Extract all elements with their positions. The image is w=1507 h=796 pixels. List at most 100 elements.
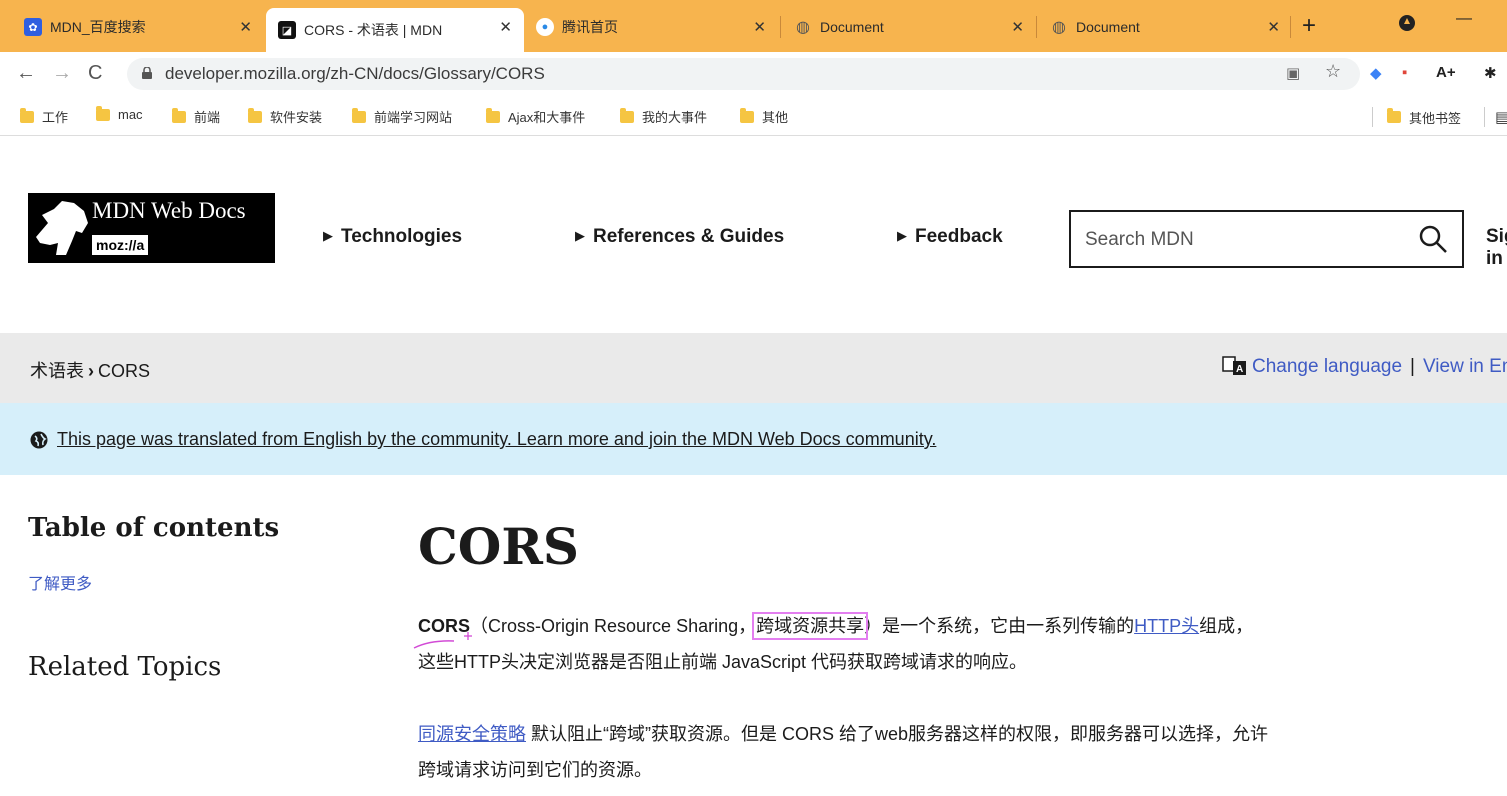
bookmark-label: mac [118, 107, 143, 122]
extension-icon[interactable]: ◆ [1370, 64, 1382, 82]
close-icon[interactable]: ✕ [1011, 18, 1024, 36]
tab-separator [1290, 16, 1291, 38]
paragraph-line: 同源安全策略 默认阻止“跨域”获取资源。但是 CORS 给了web服务器这样的权… [418, 716, 1268, 752]
address-toolbar: ← → C developer.mozilla.org/zh-CN/docs/G… [0, 52, 1507, 96]
bookmark-folder[interactable]: 工作 [20, 107, 68, 126]
forward-icon[interactable]: → [52, 62, 72, 85]
translation-notice: This page was translated from English by… [0, 403, 1507, 475]
close-icon[interactable]: ✕ [753, 18, 766, 36]
bookmark-label: 我的大事件 [642, 110, 708, 125]
translation-notice-link[interactable]: This page was translated from English by… [57, 429, 936, 450]
back-icon[interactable]: ← [16, 62, 36, 85]
search-input[interactable] [1085, 226, 1405, 254]
view-in-english-link[interactable]: View in English [1423, 356, 1507, 378]
search-icon[interactable] [1418, 224, 1448, 254]
nav-references-guides[interactable]: ▶ References & Guides [575, 226, 784, 248]
breadcrumb-current[interactable]: CORS [98, 361, 150, 381]
profile-icon[interactable] [1398, 14, 1416, 37]
lock-icon [142, 67, 152, 79]
star-icon[interactable]: ☆ [1325, 61, 1341, 82]
baidu-icon: ✿ [24, 18, 42, 36]
bookmark-label: 工作 [42, 110, 69, 125]
language-icon: A [1222, 356, 1246, 375]
bookmark-folder[interactable]: 我的大事件 [620, 107, 707, 126]
puzzle-icon[interactable]: ✱ [1484, 64, 1497, 82]
nav-feedback[interactable]: ▶ Feedback [897, 226, 1003, 248]
related-topics-heading: Related Topics [28, 652, 222, 682]
reading-list-icon[interactable]: ▤ [1484, 107, 1507, 127]
svg-text:A: A [1236, 364, 1243, 375]
close-icon[interactable]: ✕ [1267, 18, 1280, 36]
disclosure-triangle-icon: ▶ [323, 228, 333, 243]
folder-icon [620, 107, 634, 123]
browser-tab[interactable]: ◍ Document ✕ [1038, 8, 1292, 46]
url-field[interactable]: developer.mozilla.org/zh-CN/docs/Glossar… [127, 58, 1360, 90]
nav-label: Feedback [915, 226, 1003, 247]
bookmark-folder[interactable]: 前端 [172, 107, 220, 126]
bookmark-folder[interactable]: mac [96, 105, 143, 122]
fe-extension-icon[interactable]: ▪ [1402, 64, 1407, 81]
disclosure-triangle-icon: ▶ [575, 228, 585, 243]
new-tab-icon[interactable]: + [1302, 12, 1316, 40]
bookmark-folder[interactable]: 其他 [740, 107, 788, 126]
mozilla-wordmark: moz://a [92, 235, 149, 255]
close-icon[interactable]: ✕ [239, 18, 252, 36]
text: （Cross-Origin Resource Sharing， [470, 616, 757, 636]
page-title: CORS [418, 517, 580, 576]
bookmark-label: 软件安装 [270, 110, 323, 125]
text: 默认阻止“跨域”获取资源。但是 CORS 给了web服务器这样的权限，即服务器可… [526, 724, 1269, 744]
same-origin-policy-link[interactable]: 同源安全策略 [418, 724, 526, 744]
tab-title: MDN_百度搜索 [50, 19, 146, 35]
bookmark-folder[interactable]: 软件安装 [248, 107, 322, 126]
tab-title: 腾讯首页 [562, 19, 618, 35]
folder-icon [172, 107, 186, 123]
bookmark-label: 其他 [762, 110, 789, 125]
other-bookmarks[interactable]: 其他书签 [1372, 107, 1461, 127]
font-size-icon[interactable]: A+ [1436, 64, 1456, 81]
browser-tab[interactable]: ✿ MDN_百度搜索 ✕ [12, 8, 264, 46]
browser-tab-active[interactable]: ◪ CORS - 术语表 | MDN ✕ [266, 8, 524, 52]
folder-icon [20, 107, 34, 123]
tab-separator [1036, 16, 1037, 38]
article-paragraph: CORS（Cross-Origin Resource Sharing，跨域资源共… [418, 608, 1253, 680]
http-headers-link[interactable]: HTTP头 [1134, 616, 1199, 636]
bookmark-folder[interactable]: Ajax和大事件 [486, 107, 585, 126]
mdn-logo[interactable]: MDN Web Docs moz://a [28, 193, 275, 263]
link-separator: | [1410, 356, 1415, 377]
paragraph-line: 跨域请求访问到它们的资源。 [418, 760, 652, 780]
nav-label: References & Guides [593, 226, 785, 247]
browser-tab[interactable]: ● 腾讯首页 ✕ [524, 8, 778, 46]
folder-icon [248, 107, 262, 123]
close-icon[interactable]: ✕ [499, 18, 512, 36]
bookmark-label: Ajax和大事件 [508, 110, 586, 125]
tab-title: Document [820, 19, 884, 35]
search-box [1069, 210, 1464, 268]
nav-technologies[interactable]: ▶ Technologies [323, 226, 462, 248]
mdn-icon: ◪ [278, 21, 296, 39]
globe-icon: ◍ [1052, 19, 1066, 36]
toc-link[interactable]: 了解更多 [28, 570, 92, 594]
globe-icon: ◍ [796, 19, 810, 36]
text: ）是一个系统，它由一系列传输的 [864, 616, 1135, 636]
breadcrumb-parent-link[interactable]: 术语表 [30, 361, 84, 381]
dinosaur-logo-icon [36, 201, 88, 255]
sign-in-link[interactable]: Sign in [1486, 226, 1507, 270]
paragraph-line: CORS（Cross-Origin Resource Sharing，跨域资源共… [418, 608, 1253, 644]
tab-separator [780, 16, 781, 38]
change-language-link[interactable]: Change language [1252, 356, 1402, 378]
breadcrumb: 术语表 › CORS [30, 357, 150, 383]
tencent-icon: ● [536, 18, 554, 36]
reload-icon[interactable]: C [88, 62, 102, 85]
toc-heading: Table of contents [28, 513, 280, 543]
translate-icon[interactable]: ▣ [1286, 64, 1300, 82]
folder-icon [486, 107, 500, 123]
article-paragraph: 同源安全策略 默认阻止“跨域”获取资源。但是 CORS 给了web服务器这样的权… [418, 716, 1268, 788]
bookmark-folder[interactable]: 前端学习网站 [352, 107, 452, 126]
annotation-mark [413, 632, 472, 649]
browser-tab[interactable]: ◍ Document ✕ [782, 8, 1036, 46]
tab-title: CORS - 术语表 | MDN [304, 22, 443, 38]
globe-icon [30, 431, 48, 449]
minimize-icon[interactable]: — [1456, 10, 1472, 28]
bookmarks-bar: 工作 mac 前端 软件安装 前端学习网站 Ajax和大事件 我的大事件 其他 … [0, 96, 1507, 136]
folder-icon [352, 107, 366, 123]
